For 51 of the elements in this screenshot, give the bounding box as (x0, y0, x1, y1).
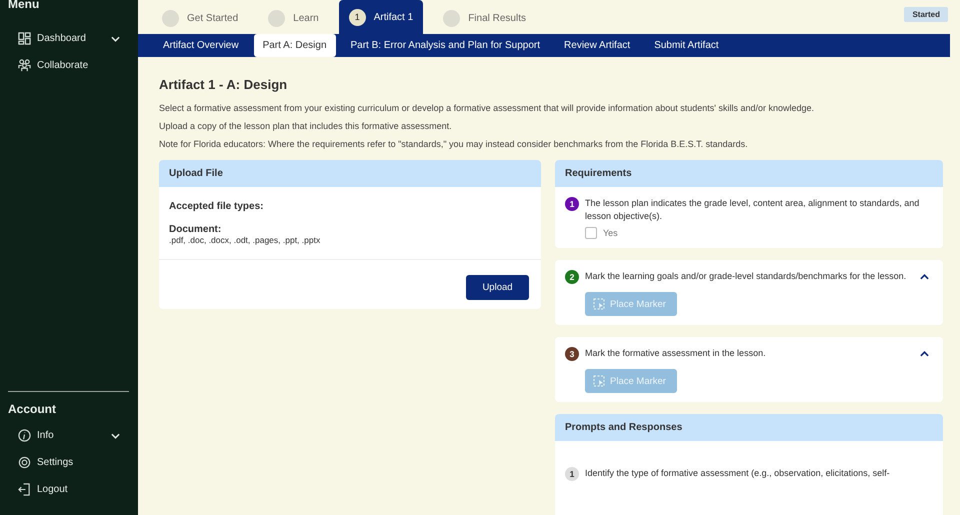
chevron-down-icon[interactable] (111, 36, 120, 42)
status-badge: Started (904, 6, 948, 22)
step-tab[interactable]: 1 Artifact 1 (338, 0, 424, 34)
instruction-text: Select a formative assessment from your existing curriculum or develop a formative assessment that will provide information about students' skills and/or knowledge. (159, 102, 816, 114)
type-label: Document: (169, 224, 222, 235)
upload-button[interactable]: Upload (466, 275, 529, 300)
step-tab[interactable]: Final Results (433, 2, 536, 34)
step-circle: 1 (348, 8, 366, 26)
number-badge: 3 (565, 347, 579, 361)
section-tab[interactable]: Artifact Overview (154, 34, 248, 57)
page-title: Artifact 1 - A: Design (159, 77, 288, 92)
sidebar-item[interactable]: Settings (0, 449, 138, 476)
requirement-text: Mark the formative assessment in the lesson. (585, 347, 767, 360)
step-circle (443, 10, 460, 26)
sidebar-item[interactable]: Collaborate (0, 52, 138, 79)
card-header: Upload File (159, 160, 541, 187)
sidebar-item[interactable]: Logout (0, 476, 138, 503)
sidebar-item[interactable]: Dashboard (0, 25, 138, 52)
people-icon (18, 59, 31, 72)
section-tab[interactable]: Submit Artifact (645, 34, 728, 57)
number-badge: 1 (565, 467, 579, 481)
settings-icon (18, 456, 31, 469)
checkbox[interactable] (585, 227, 597, 239)
card-header: Prompts and Responses (555, 414, 943, 441)
number-badge: 2 (565, 270, 579, 284)
logout-icon (18, 483, 31, 496)
info-icon (18, 429, 31, 442)
section-tab[interactable]: Part B: Error Analysis and Plan for Support (342, 34, 550, 57)
sidebar-item[interactable]: Info (0, 422, 138, 449)
requirement-text: Mark the learning goals and/or grade-level standards/benchmarks for the lesson. (585, 270, 908, 283)
step-circle (162, 10, 179, 26)
chevron-down-icon[interactable] (111, 432, 120, 438)
dashboard-icon (18, 32, 31, 45)
account-heading: Account (7, 402, 57, 416)
menu-heading: Menu (7, 0, 40, 11)
step-circle (268, 10, 286, 26)
checkbox-label: Yes (603, 228, 618, 238)
requirement-text: The lesson plan indicates the grade level, content area, alignment to standards, and lesson objective(s). (585, 197, 920, 223)
marker-icon (593, 298, 605, 310)
marker-icon (593, 375, 605, 387)
step-tab[interactable]: Learn (258, 2, 329, 34)
section-tab[interactable]: Part A: Design (254, 34, 336, 57)
card-header: Requirements (555, 160, 943, 187)
instruction-text: Upload a copy of the lesson plan that includes this formative assessment. (159, 120, 453, 132)
file-types: .pdf, .doc, .docx, .odt, .pages, .ppt, .pptx (169, 235, 322, 245)
prompt-text: Identify the type of formative assessment (e.g., observation, elicitations, self- (585, 467, 891, 480)
instruction-text: Note for Florida educators: Where the requirements refer to "standards," you may instead consider benchmarks from the Florida B.E.S.T. standards. (159, 138, 749, 150)
accepted-label: Accepted file types: (169, 201, 264, 212)
section-tab[interactable]: Review Artifact (555, 34, 640, 57)
step-tab[interactable]: Get Started (152, 2, 248, 34)
number-badge: 1 (565, 197, 579, 211)
